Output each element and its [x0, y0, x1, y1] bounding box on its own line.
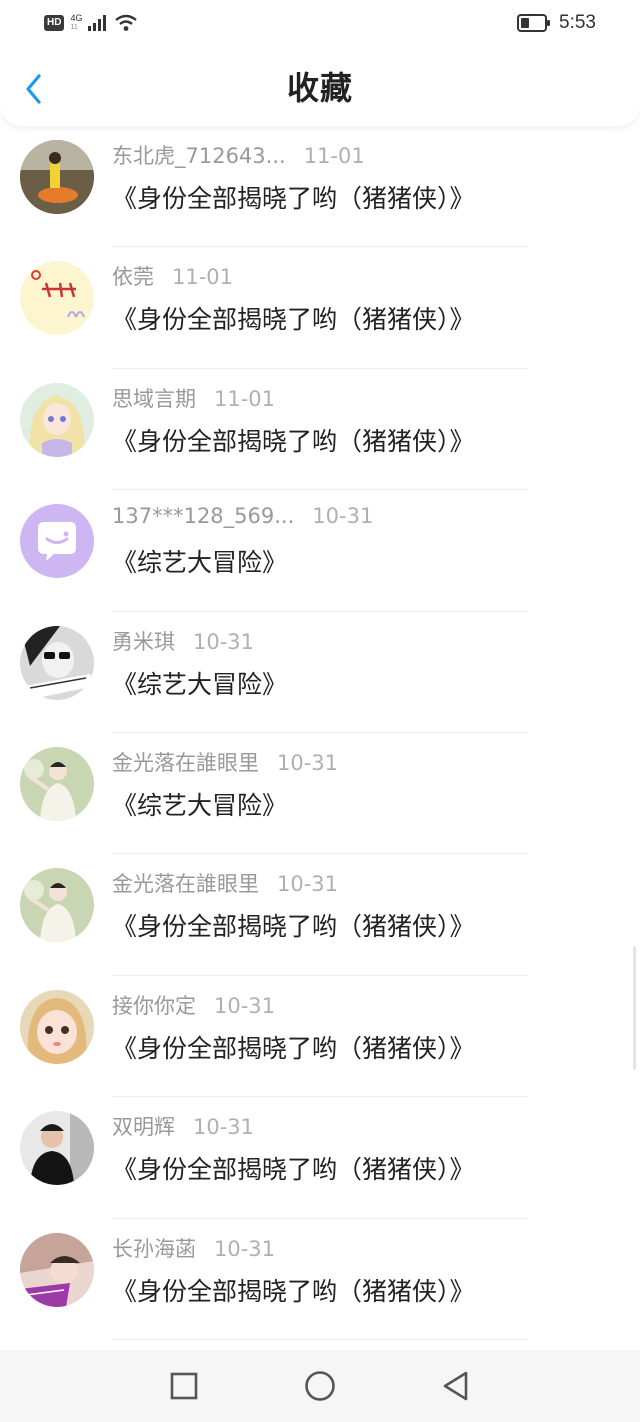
video-title[interactable]: 《综艺大冒险》	[112, 786, 287, 822]
home-button[interactable]	[302, 1368, 338, 1404]
square-icon	[170, 1372, 198, 1400]
recents-button[interactable]	[166, 1368, 202, 1404]
signal-icon	[88, 15, 107, 31]
avatar[interactable]	[20, 868, 94, 943]
item-meta: 金光落在誰眼里 10-31	[112, 747, 338, 777]
network-type: 4G 11	[70, 14, 82, 32]
video-title[interactable]: 《综艺大冒险》	[112, 665, 287, 701]
date: 10-31	[312, 504, 374, 529]
wifi-icon	[115, 14, 138, 31]
username[interactable]: 依莞	[112, 261, 154, 291]
favorites-list: 东北虎_712643... 11-01 《身份全部揭晓了哟（猪猪侠）》 依莞 11-01…	[0, 126, 640, 1340]
avatar[interactable]	[20, 989, 94, 1064]
network-sub-label: 11	[70, 24, 78, 31]
date: 11-01	[172, 265, 234, 290]
item-meta: 思域言期 11-01	[112, 383, 275, 413]
status-bar: HD 4G 11 5:53	[0, 0, 640, 46]
list-item[interactable]: 接你你定 10-31 《身份全部揭晓了哟（猪猪侠）》	[0, 976, 640, 1098]
list-item[interactable]: 双明辉 10-31 《身份全部揭晓了哟（猪猪侠）》	[0, 1097, 640, 1219]
divider	[112, 1338, 528, 1340]
video-title[interactable]: 《身份全部揭晓了哟（猪猪侠）》	[112, 1150, 475, 1186]
item-meta: 137***128_569... 10-31	[112, 504, 373, 528]
status-right: 5:53	[517, 12, 596, 34]
header: 收藏	[0, 46, 640, 126]
username[interactable]: 思域言期	[112, 383, 196, 413]
username[interactable]: 长孙海菡	[112, 1233, 196, 1263]
page-title: 收藏	[286, 69, 353, 107]
username[interactable]: 东北虎_712643...	[112, 140, 286, 170]
video-title[interactable]: 《身份全部揭晓了哟（猪猪侠）》	[112, 907, 475, 943]
video-title[interactable]: 《身份全部揭晓了哟（猪猪侠）》	[112, 1272, 475, 1308]
date: 10-31	[214, 1236, 276, 1261]
video-title[interactable]: 《身份全部揭晓了哟（猪猪侠）》	[112, 1029, 475, 1065]
battery-icon	[517, 14, 551, 32]
date: 10-31	[277, 750, 339, 775]
item-meta: 东北虎_712643... 11-01	[112, 140, 365, 170]
date: 10-31	[193, 1115, 255, 1140]
username[interactable]: 接你你定	[112, 990, 196, 1020]
avatar[interactable]	[20, 140, 94, 214]
status-left: HD 4G 11	[44, 14, 138, 32]
username[interactable]: 金光落在誰眼里	[112, 747, 259, 777]
video-title[interactable]: 《综艺大冒险》	[112, 543, 287, 579]
triangle-back-icon	[443, 1371, 468, 1401]
item-meta: 金光落在誰眼里 10-31	[112, 868, 338, 898]
avatar[interactable]	[20, 504, 94, 579]
date: 10-31	[214, 993, 276, 1018]
item-meta: 长孙海菡 10-31	[112, 1233, 275, 1263]
username[interactable]: 双明辉	[112, 1111, 175, 1141]
date: 11-01	[303, 144, 365, 168]
video-title[interactable]: 《身份全部揭晓了哟（猪猪侠）》	[112, 300, 475, 336]
item-meta: 勇米琪 10-31	[112, 626, 254, 656]
item-meta: 依莞 11-01	[112, 261, 233, 291]
back-button[interactable]	[20, 72, 50, 106]
list-item[interactable]: 东北虎_712643... 11-01 《身份全部揭晓了哟（猪猪侠）》	[0, 126, 640, 248]
avatar[interactable]	[20, 1111, 94, 1186]
item-meta: 双明辉 10-31	[112, 1111, 254, 1141]
avatar[interactable]	[20, 261, 94, 336]
network-label: 4G	[70, 13, 83, 23]
avatar[interactable]	[20, 382, 94, 457]
avatar[interactable]	[20, 1232, 94, 1307]
list-item[interactable]: 思域言期 11-01 《身份全部揭晓了哟（猪猪侠）》	[0, 369, 640, 491]
clock: 5:53	[559, 12, 596, 33]
system-nav-bar	[0, 1350, 640, 1422]
hd-badge: HD	[44, 15, 65, 31]
avatar[interactable]	[20, 746, 94, 821]
username[interactable]: 勇米琪	[112, 626, 175, 656]
list-item[interactable]: 金光落在誰眼里 10-31 《身份全部揭晓了哟（猪猪侠）》	[0, 854, 640, 976]
chevron-left-icon	[26, 74, 41, 104]
list-item[interactable]: 依莞 11-01 《身份全部揭晓了哟（猪猪侠）》	[0, 247, 640, 369]
list-item[interactable]: 金光落在誰眼里 10-31 《综艺大冒险》	[0, 733, 640, 855]
date: 11-01	[214, 386, 276, 411]
list-item[interactable]: 长孙海菡 10-31 《身份全部揭晓了哟（猪猪侠）》	[0, 1219, 640, 1340]
scrollbar[interactable]	[633, 946, 636, 1070]
item-meta: 接你你定 10-31	[112, 990, 275, 1020]
date: 10-31	[277, 872, 339, 897]
video-title[interactable]: 《身份全部揭晓了哟（猪猪侠）》	[112, 422, 475, 458]
video-title[interactable]: 《身份全部揭晓了哟（猪猪侠）》	[112, 179, 475, 215]
avatar[interactable]	[20, 625, 94, 700]
list-item[interactable]: 137***128_569... 10-31 《综艺大冒险》	[0, 490, 640, 612]
username[interactable]: 金光落在誰眼里	[112, 868, 259, 898]
date: 10-31	[193, 629, 255, 654]
circle-icon	[305, 1371, 335, 1401]
list-item[interactable]: 勇米琪 10-31 《综艺大冒险》	[0, 612, 640, 733]
username[interactable]: 137***128_569...	[112, 504, 294, 528]
system-back-button[interactable]	[438, 1368, 474, 1404]
